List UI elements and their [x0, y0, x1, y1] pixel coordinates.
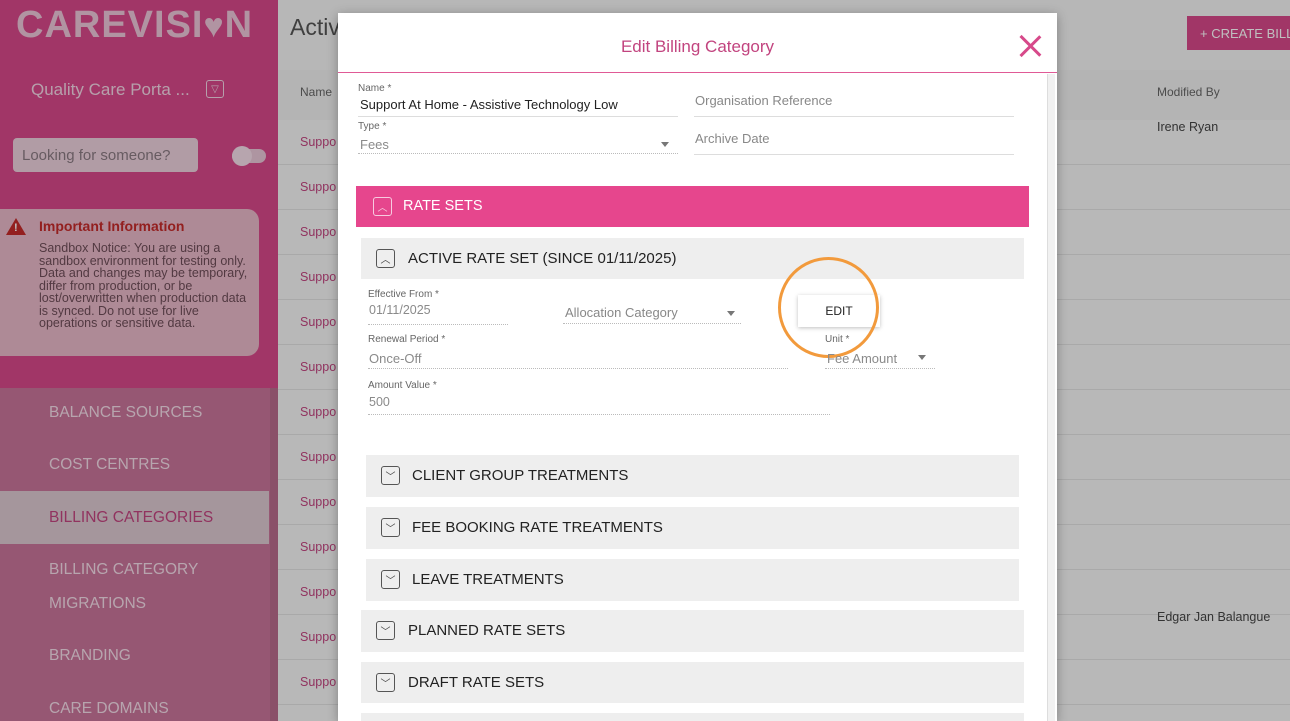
close-icon[interactable] — [1018, 34, 1042, 58]
chevron-down-icon[interactable]: ﹀ — [376, 621, 395, 640]
modal-scrollbar[interactable] — [1047, 74, 1055, 721]
rate-sets-label: RATE SETS — [403, 198, 483, 214]
planned-rate-sets-label: PLANNED RATE SETS — [408, 622, 566, 639]
chevron-down-icon[interactable]: ﹀ — [381, 466, 400, 485]
organisation-reference-field[interactable]: Organisation Reference — [695, 93, 832, 108]
renewal-period-label: Renewal Period * — [368, 334, 446, 345]
edit-billing-category-modal: Edit Billing Category Name * Support At … — [338, 13, 1057, 721]
archive-date-field[interactable]: Archive Date — [695, 131, 769, 146]
draft-rate-sets-label: DRAFT RATE SETS — [408, 674, 545, 691]
name-underline — [358, 116, 678, 117]
leave-treatments-label: LEAVE TREATMENTS — [412, 571, 564, 588]
next-section-peek[interactable] — [361, 713, 1024, 721]
effective-from-label: Effective From * — [368, 289, 439, 300]
amount-value-label: Amount Value * — [368, 380, 437, 391]
active-rate-set-label: ACTIVE RATE SET (SINCE 01/11/2025) — [408, 250, 677, 267]
org-ref-underline — [694, 116, 1014, 117]
allocation-category-select[interactable]: Allocation Category — [565, 305, 678, 320]
unit-caret-icon — [918, 355, 926, 360]
type-label: Type * — [358, 121, 387, 132]
fee-booking-rate-treatments-section[interactable]: ﹀ FEE BOOKING RATE TREATMENTS — [366, 507, 1019, 549]
chevron-down-icon[interactable]: ﹀ — [381, 518, 400, 537]
client-group-treatments-label: CLIENT GROUP TREATMENTS — [412, 467, 629, 484]
renewal-underline — [368, 368, 788, 369]
unit-underline — [825, 368, 935, 369]
draft-rate-sets-section[interactable]: ﹀ DRAFT RATE SETS — [361, 662, 1024, 703]
type-select[interactable]: Fees — [360, 137, 389, 152]
unit-select[interactable]: Fee Amount — [827, 351, 897, 366]
name-field[interactable]: Support At Home - Assistive Technology L… — [360, 97, 618, 112]
amount-value-field[interactable]: 500 — [369, 395, 390, 409]
unit-label: Unit * — [825, 334, 850, 345]
leave-treatments-section[interactable]: ﹀ LEAVE TREATMENTS — [366, 559, 1019, 601]
chevron-down-icon[interactable]: ﹀ — [381, 570, 400, 589]
chevron-up-icon[interactable]: ︿ — [376, 249, 395, 268]
modal-header: Edit Billing Category — [338, 13, 1057, 73]
allocation-caret-icon — [727, 311, 735, 316]
type-underline — [358, 153, 678, 154]
active-rate-set-header[interactable]: ︿ ACTIVE RATE SET (SINCE 01/11/2025) — [361, 238, 1024, 279]
chevron-down-icon[interactable]: ﹀ — [376, 673, 395, 692]
effective-from-underline — [368, 324, 508, 325]
type-caret-icon — [661, 142, 669, 147]
chevron-up-icon[interactable]: ︿ — [373, 197, 392, 216]
archive-underline — [694, 154, 1014, 155]
modal-title: Edit Billing Category — [620, 37, 775, 56]
allocation-underline — [563, 323, 741, 324]
fee-booking-rate-treatments-label: FEE BOOKING RATE TREATMENTS — [412, 519, 663, 536]
name-label: Name * — [358, 83, 392, 94]
rate-sets-header[interactable]: ︿ RATE SETS — [356, 186, 1029, 227]
effective-from-field[interactable]: 01/11/2025 — [369, 303, 431, 317]
amount-underline — [368, 414, 830, 415]
planned-rate-sets-section[interactable]: ﹀ PLANNED RATE SETS — [361, 610, 1024, 652]
client-group-treatments-section[interactable]: ﹀ CLIENT GROUP TREATMENTS — [366, 455, 1019, 497]
renewal-period-field[interactable]: Once-Off — [369, 351, 422, 366]
